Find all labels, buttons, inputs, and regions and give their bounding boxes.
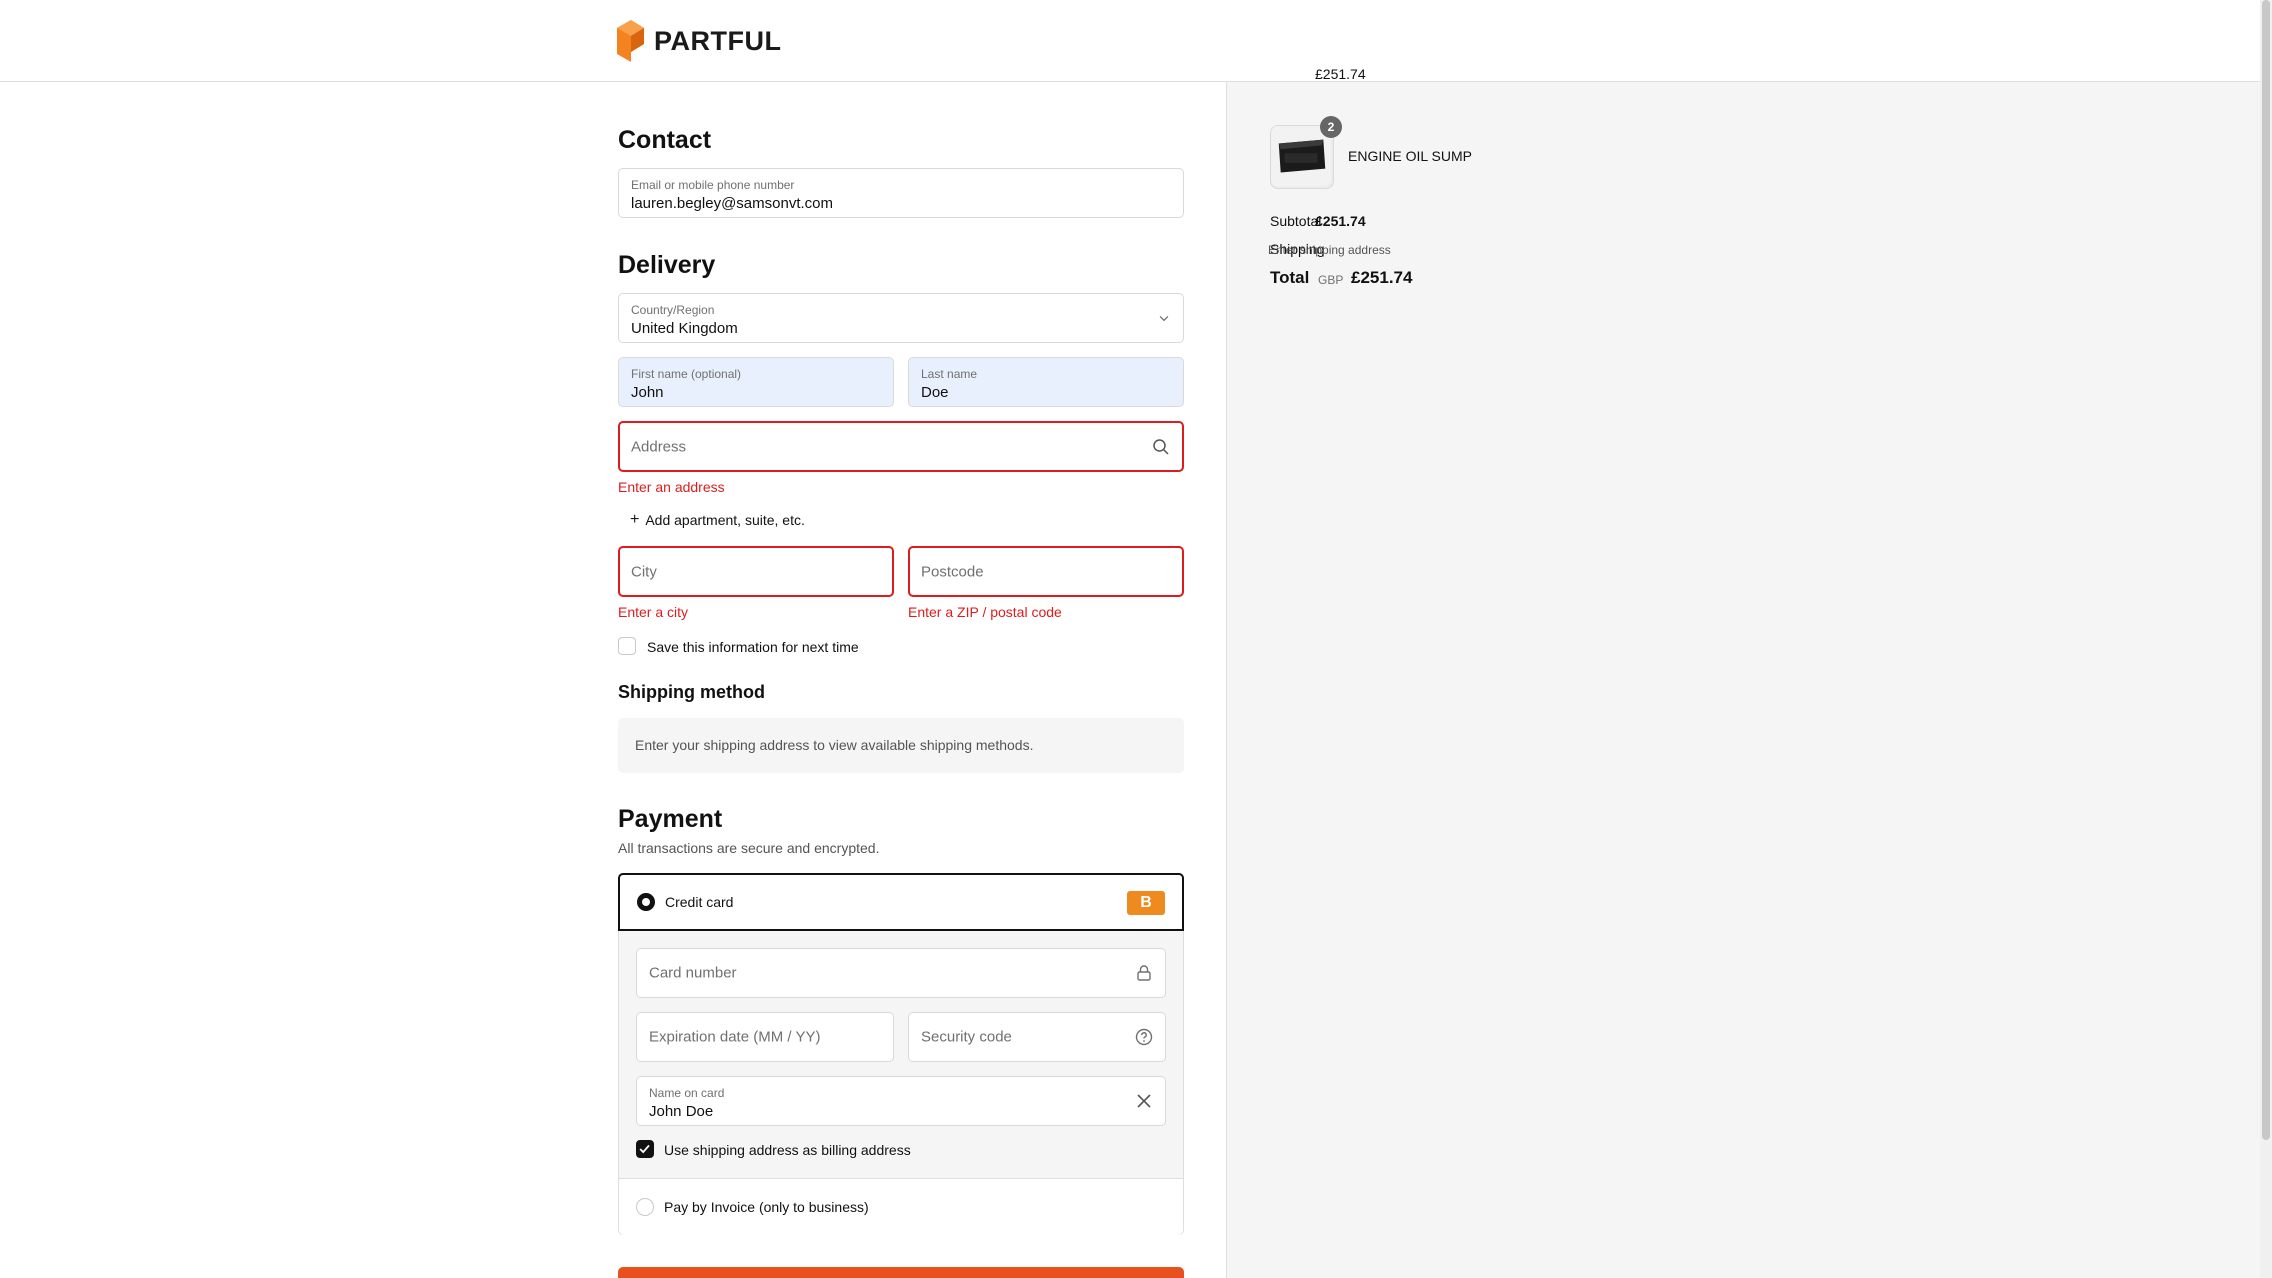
- country-select[interactable]: Country/Region United Kingdom: [618, 293, 1184, 343]
- total-currency: GBP: [1318, 273, 1344, 287]
- partful-logo-icon: [617, 20, 644, 62]
- header: PARTFUL: [0, 0, 2260, 82]
- search-icon[interactable]: [1152, 438, 1170, 456]
- credit-card-radio[interactable]: [637, 893, 655, 911]
- card-number-placeholder: Card number: [649, 964, 737, 982]
- credit-card-option[interactable]: Credit card B: [618, 873, 1184, 931]
- expiration-placeholder: Expiration date (MM / YY): [649, 1028, 821, 1046]
- first-name-field[interactable]: First name (optional) John: [618, 357, 894, 407]
- brand-logo[interactable]: PARTFUL: [617, 20, 781, 62]
- lock-icon: [1137, 965, 1151, 981]
- payment-heading: Payment: [618, 805, 723, 833]
- product-thumbnail: 2: [1270, 116, 1342, 189]
- last-name-label: Last name: [921, 367, 978, 381]
- name-on-card-field[interactable]: Name on card John Doe: [636, 1076, 1166, 1126]
- name-on-card-label: Name on card: [649, 1086, 725, 1100]
- contact-heading: Contact: [618, 126, 712, 154]
- clear-icon[interactable]: [1135, 1092, 1153, 1110]
- checkmark-icon: [639, 1144, 650, 1154]
- billing-same-label[interactable]: Use shipping address as billing address: [664, 1142, 911, 1158]
- payment-subtitle: All transactions are secure and encrypte…: [618, 840, 880, 856]
- page-scrollbar[interactable]: [2260, 0, 2272, 1278]
- city-field[interactable]: City: [618, 546, 894, 597]
- quantity-badge: 2: [1320, 116, 1342, 138]
- card-number-field[interactable]: Card number: [636, 948, 1166, 998]
- first-name-value: John: [631, 384, 664, 401]
- card-brand-badge: B: [1127, 891, 1165, 915]
- payment-methods: Credit card B Card number Expiration dat…: [618, 873, 1184, 1235]
- country-label: Country/Region: [631, 303, 715, 317]
- save-info-label[interactable]: Save this information for next time: [647, 639, 859, 655]
- last-name-value: Doe: [921, 384, 949, 401]
- security-code-placeholder: Security code: [921, 1028, 1012, 1046]
- chevron-down-icon: [1159, 316, 1169, 322]
- invoice-radio[interactable]: [636, 1198, 654, 1216]
- email-field[interactable]: Email or mobile phone number lauren.begl…: [618, 168, 1184, 218]
- product-name: ENGINE OIL SUMP: [1348, 148, 1472, 164]
- address-placeholder: Address: [631, 438, 687, 455]
- expiration-field[interactable]: Expiration date (MM / YY): [636, 1012, 894, 1062]
- add-apartment-link[interactable]: + Add apartment, suite, etc.: [630, 511, 805, 529]
- invoice-label: Pay by Invoice (only to business): [664, 1199, 869, 1215]
- save-info-checkbox[interactable]: [618, 637, 636, 655]
- email-label: Email or mobile phone number: [631, 178, 795, 192]
- email-value: lauren.begley@samsonvt.com: [631, 195, 833, 212]
- postcode-placeholder: Postcode: [921, 563, 984, 580]
- billing-same-checkbox[interactable]: [636, 1140, 654, 1158]
- order-summary: 2 ENGINE OIL SUMP £251.74 Subtotal £251.…: [1226, 66, 2260, 1278]
- address-field[interactable]: Address: [618, 421, 1184, 472]
- plus-icon: +: [630, 511, 640, 528]
- security-code-field[interactable]: Security code: [908, 1012, 1166, 1062]
- subtotal-label: Subtotal: [1270, 213, 1322, 229]
- postcode-field[interactable]: Postcode: [908, 546, 1184, 597]
- delivery-heading: Delivery: [618, 251, 716, 279]
- shipping-method-heading: Shipping method: [618, 682, 765, 702]
- brand-name: PARTFUL: [654, 25, 782, 56]
- scrollbar-thumb[interactable]: [2262, 0, 2270, 1140]
- country-value: United Kingdom: [631, 320, 738, 337]
- shipping-method-notice: Enter your shipping address to view avai…: [618, 718, 1184, 773]
- address-error: Enter an address: [618, 479, 725, 495]
- subtotal-value: £251.74: [1315, 213, 1366, 229]
- shipping-value: Enter shipping address: [1268, 243, 1391, 257]
- total-label: Total: [1270, 268, 1310, 287]
- first-name-label: First name (optional): [631, 367, 742, 381]
- add-apartment-label: Add apartment, suite, etc.: [645, 512, 805, 528]
- pay-now-button[interactable]: [618, 1267, 1184, 1278]
- name-on-card-value: John Doe: [649, 1103, 714, 1120]
- product-price: £251.74: [1315, 66, 1366, 82]
- credit-card-label: Credit card: [665, 894, 734, 910]
- city-error: Enter a city: [618, 604, 689, 620]
- invoice-option[interactable]: Pay by Invoice (only to business): [619, 1178, 1183, 1235]
- total-value: £251.74: [1351, 268, 1413, 287]
- shipping-method-text: Enter your shipping address to view avai…: [635, 737, 1034, 753]
- last-name-field[interactable]: Last name Doe: [908, 357, 1184, 407]
- city-placeholder: City: [631, 563, 657, 580]
- help-icon[interactable]: [1135, 1028, 1153, 1046]
- postcode-error: Enter a ZIP / postal code: [908, 604, 1062, 620]
